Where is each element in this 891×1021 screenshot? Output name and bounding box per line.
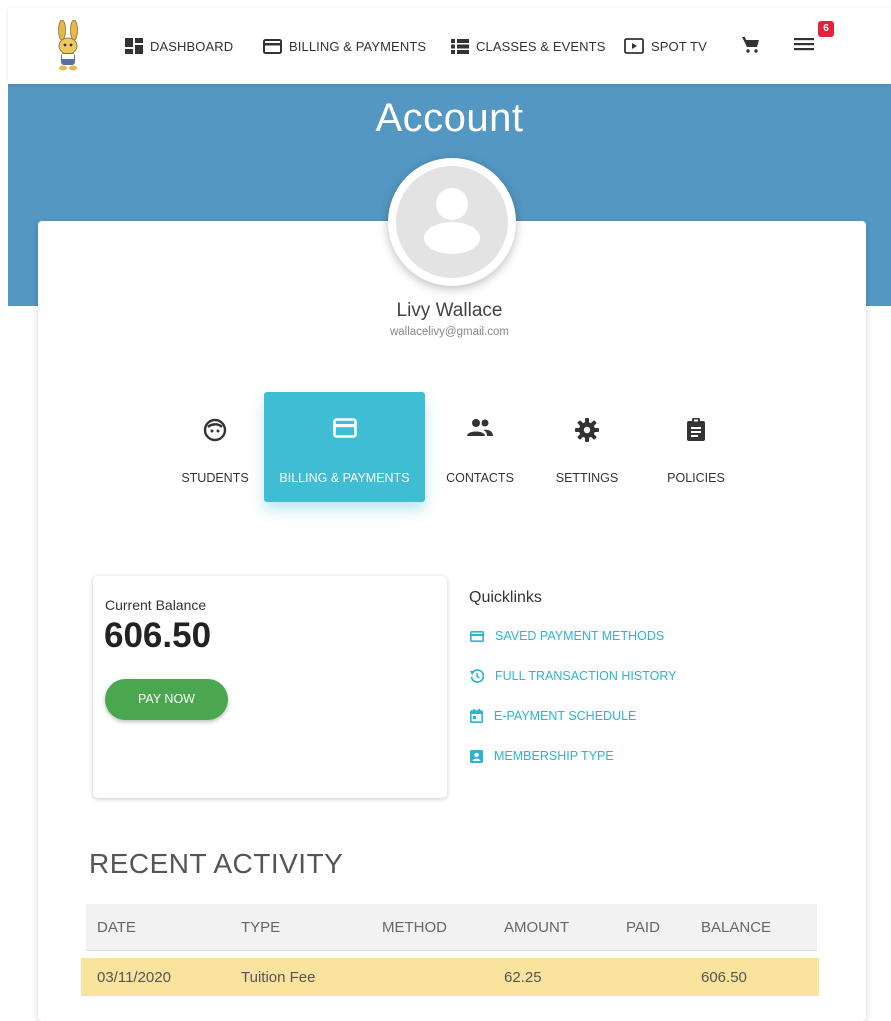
tab-billing-payments[interactable]: BILLING & PAYMENTS	[264, 392, 425, 502]
nav-billing-label: BILLING & PAYMENTS	[289, 38, 427, 54]
column-header-date[interactable]: DATE	[97, 904, 136, 950]
tab-contacts[interactable]: CONTACTS	[437, 392, 523, 502]
user-name: Livy Wallace	[396, 300, 503, 321]
cell-amount: 62.25	[504, 968, 542, 986]
history-icon	[470, 669, 484, 683]
credit-card-icon	[470, 630, 484, 642]
nav-classes-events[interactable]: CLASSES & EVENTS	[451, 8, 605, 84]
nav-spot-tv-label: SPOT TV	[651, 38, 707, 54]
column-header-paid[interactable]: PAID	[626, 904, 660, 950]
nav-dashboard-label: DASHBOARD	[150, 38, 234, 54]
column-header-amount[interactable]: AMOUNT	[504, 904, 569, 950]
cell-type: Tuition Fee	[241, 968, 316, 986]
quicklink-label: SAVED PAYMENT METHODS	[495, 629, 665, 643]
user-placeholder-icon	[396, 166, 508, 278]
column-header-type[interactable]: TYPE	[241, 904, 280, 950]
tab-students-label: STUDENTS	[181, 471, 249, 485]
cart-icon[interactable]	[742, 36, 760, 54]
nav-billing-payments[interactable]: BILLING & PAYMENTS	[263, 8, 426, 84]
balance-value: 606.50	[104, 616, 212, 655]
tab-settings[interactable]: SETTINGS	[547, 392, 627, 502]
credit-card-icon	[332, 418, 357, 438]
tab-policies[interactable]: POLICIES	[656, 392, 736, 502]
quicklinks-title: Quicklinks	[469, 589, 542, 606]
list-icon	[451, 38, 469, 54]
quicklink-e-payment-schedule[interactable]: E-PAYMENT SCHEDULE	[470, 709, 636, 723]
page-title: Account	[375, 96, 524, 140]
column-header-method[interactable]: METHOD	[382, 904, 447, 950]
face-icon	[203, 418, 227, 442]
badge-icon	[470, 750, 483, 763]
people-icon	[467, 419, 493, 436]
credit-card-icon	[263, 38, 282, 54]
cell-date: 03/11/2020	[97, 968, 171, 986]
nav-dashboard[interactable]: DASHBOARD	[125, 8, 233, 84]
recent-activity-title: RECENT ACTIVITY	[89, 848, 344, 879]
dashboard-icon	[125, 38, 143, 54]
nav-spot-tv[interactable]: SPOT TV	[624, 8, 707, 84]
quicklink-full-transaction-history[interactable]: FULL TRANSACTION HISTORY	[470, 669, 677, 683]
notification-badge[interactable]: 6	[818, 21, 834, 37]
quicklink-label: E-PAYMENT SCHEDULE	[494, 709, 637, 723]
clipboard-icon	[687, 418, 705, 441]
play-screen-icon	[624, 38, 644, 54]
pay-now-button[interactable]: PAY NOW	[105, 679, 228, 720]
tab-settings-label: SETTINGS	[555, 471, 619, 485]
quicklink-saved-payment-methods[interactable]: SAVED PAYMENT METHODS	[470, 629, 664, 643]
calendar-icon	[470, 709, 483, 723]
quicklink-membership-type[interactable]: MEMBERSHIP TYPE	[470, 749, 614, 763]
table-row[interactable]: 03/11/2020 Tuition Fee 62.25 606.50	[81, 958, 819, 996]
tab-contacts-label: CONTACTS	[446, 471, 514, 485]
bunny-logo-icon[interactable]	[53, 20, 83, 72]
gear-icon	[575, 418, 599, 442]
quicklink-label: MEMBERSHIP TYPE	[494, 749, 614, 763]
hamburger-menu-icon[interactable]	[794, 36, 814, 52]
top-navigation-bar: DASHBOARD BILLING & PAYMENTS CLASSES & E…	[8, 8, 891, 84]
cell-balance: 606.50	[701, 968, 747, 986]
nav-classes-label: CLASSES & EVENTS	[476, 38, 606, 54]
tab-policies-label: POLICIES	[667, 471, 725, 485]
balance-label: Current Balance	[105, 597, 207, 613]
user-email: wallacelivy@gmail.com	[389, 326, 510, 338]
current-balance-card: Current Balance 606.50 PAY NOW	[93, 576, 447, 798]
tab-billing-label: BILLING & PAYMENTS	[279, 471, 410, 485]
activity-table-header: DATE TYPE METHOD AMOUNT PAID BALANCE	[86, 904, 817, 951]
avatar[interactable]	[388, 158, 516, 286]
quicklink-label: FULL TRANSACTION HISTORY	[495, 669, 677, 683]
tab-students[interactable]: STUDENTS	[165, 392, 265, 502]
column-header-balance[interactable]: BALANCE	[701, 904, 771, 950]
